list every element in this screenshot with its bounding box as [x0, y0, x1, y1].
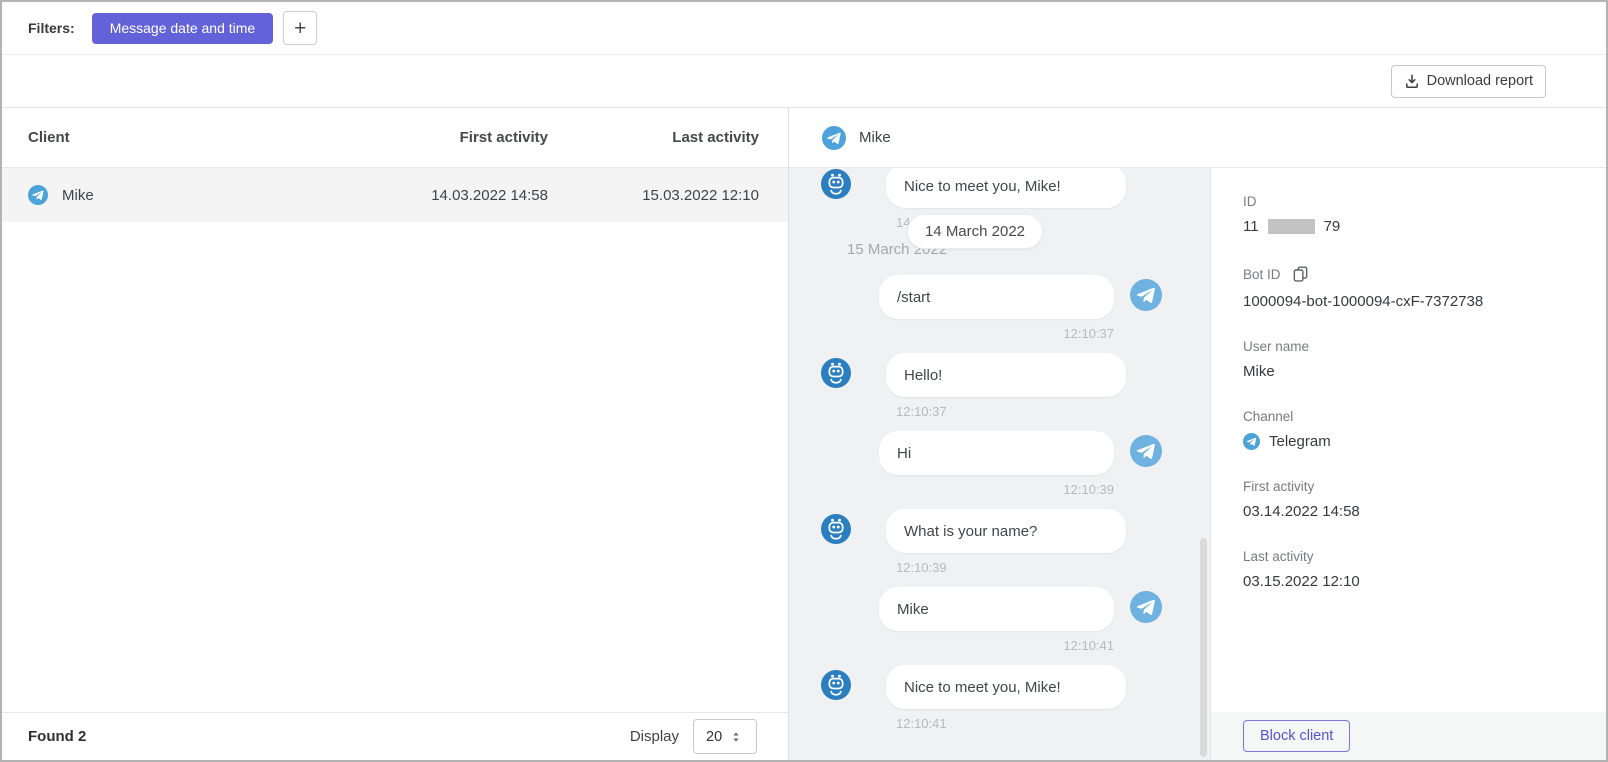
- field-channel-value: Telegram: [1269, 433, 1331, 450]
- date-divider-group: 15 March 2022 14 March 2022: [789, 226, 1210, 275]
- message-bubble: Mike: [879, 587, 1114, 631]
- message-timestamp: 12:10:39: [896, 560, 1210, 575]
- report-toolbar: Download report: [2, 55, 1606, 108]
- telegram-icon: [1130, 435, 1162, 467]
- field-user-name: User name Mike: [1243, 339, 1586, 380]
- message-bubble: Nice to meet you, Mike!: [886, 168, 1126, 208]
- telegram-icon: [1243, 433, 1260, 450]
- telegram-icon: [28, 185, 48, 205]
- field-bot-id-value: 1000094-bot-1000094-cxF-7372738: [1243, 293, 1586, 310]
- field-user-name-label: User name: [1243, 339, 1586, 354]
- field-id: ID 11 79: [1243, 194, 1586, 235]
- bot-avatar-icon: [821, 358, 851, 388]
- client-first-activity: 14.03.2022 14:58: [368, 187, 548, 204]
- message-bubble: /start: [879, 275, 1114, 319]
- field-user-name-value: Mike: [1243, 363, 1586, 380]
- stepper-arrows-icon: [731, 730, 741, 744]
- bot-avatar-icon: [821, 169, 851, 199]
- field-id-value: 11 79: [1243, 218, 1586, 235]
- field-last-activity-label: Last activity: [1243, 549, 1586, 564]
- column-header-last-activity: Last activity: [548, 129, 759, 146]
- chat-header: Mike: [789, 108, 1606, 168]
- chat-scrollbar-thumb[interactable]: [1200, 538, 1207, 757]
- client-row-mike[interactable]: Mike 14.03.2022 14:58 15.03.2022 12:10: [2, 168, 788, 222]
- message-timestamp: 12:10:39: [789, 482, 1210, 497]
- field-last-activity-value: 03.15.2022 12:10: [1243, 573, 1586, 590]
- field-first-activity-label: First activity: [1243, 479, 1586, 494]
- id-value-end: 79: [1324, 218, 1341, 235]
- client-name: Mike: [62, 187, 94, 204]
- chat-message-bot: What is your name? 12:10:39: [789, 509, 1210, 575]
- clients-table-header: Client First activity Last activity: [2, 108, 788, 168]
- chat-message-bot: Nice to meet you, Mike! 12:10:41: [789, 665, 1210, 731]
- display-label: Display: [630, 728, 679, 745]
- page-size-select[interactable]: 20: [693, 719, 757, 754]
- message-bubble: Hi: [879, 431, 1114, 475]
- chat-client-name: Mike: [859, 129, 891, 146]
- download-report-button[interactable]: Download report: [1391, 65, 1546, 98]
- chat-message-client: Mike 12:10:41: [789, 587, 1210, 653]
- message-bubble: Hello!: [886, 353, 1126, 397]
- chat-message-bot: Hello! 12:10:37: [789, 353, 1210, 419]
- block-client-button[interactable]: Block client: [1243, 720, 1350, 752]
- telegram-icon: [1130, 591, 1162, 623]
- client-dialogs-page: Filters: Message date and time + Downloa…: [0, 0, 1608, 762]
- filter-message-date-time-button[interactable]: Message date and time: [92, 13, 274, 44]
- message-timestamp: 12:10:41: [896, 716, 1210, 731]
- telegram-icon: [822, 126, 846, 150]
- telegram-icon: [1130, 279, 1162, 311]
- chat-message-client: Hi 12:10:39: [789, 431, 1210, 497]
- page-size-value: 20: [706, 729, 722, 745]
- clients-table-body: Mike 14.03.2022 14:58 15.03.2022 12:10: [2, 168, 788, 712]
- column-header-first-activity: First activity: [368, 129, 548, 146]
- clients-table-footer: Found 2 Display 20: [2, 712, 788, 760]
- field-bot-id-label: Bot ID: [1243, 267, 1281, 282]
- download-icon: [1404, 73, 1420, 89]
- sticky-date-pill: 14 March 2022: [907, 214, 1043, 249]
- message-timestamp: 12:10:41: [789, 638, 1210, 653]
- found-count: Found 2: [28, 728, 86, 745]
- dialog-region: Mike Nice to meet you, Mike! 14:58:2: [789, 108, 1606, 760]
- message-timestamp: 12:10:37: [789, 326, 1210, 341]
- column-header-client: Client: [28, 129, 368, 146]
- field-last-activity: Last activity 03.15.2022 12:10: [1243, 549, 1586, 590]
- filters-bar: Filters: Message date and time +: [2, 2, 1606, 55]
- field-channel: Channel Telegram: [1243, 409, 1586, 450]
- message-bubble: What is your name?: [886, 509, 1126, 553]
- id-value-start: 11: [1243, 218, 1259, 235]
- add-filter-button[interactable]: +: [283, 11, 317, 45]
- message-timestamp: 12:10:37: [896, 404, 1210, 419]
- field-first-activity: First activity 03.14.2022 14:58: [1243, 479, 1586, 520]
- redacted-block: [1268, 219, 1315, 234]
- clients-panel: Client First activity Last activity Mike…: [2, 108, 789, 760]
- field-first-activity-value: 03.14.2022 14:58: [1243, 503, 1586, 520]
- chat-message-list: Nice to meet you, Mike! 14:58:2 15 March…: [789, 168, 1210, 760]
- client-details-panel: ID 11 79 Bot ID: [1210, 168, 1606, 760]
- bot-avatar-icon: [821, 670, 851, 700]
- client-last-activity: 15.03.2022 12:10: [548, 187, 759, 204]
- details-footer: Block client: [1211, 712, 1606, 760]
- download-report-label: Download report: [1427, 73, 1533, 89]
- field-id-label: ID: [1243, 194, 1586, 209]
- message-bubble: Nice to meet you, Mike!: [886, 665, 1126, 709]
- chat-message-client: /start 12:10:37: [789, 275, 1210, 341]
- field-bot-id: Bot ID 1000094-bot-1000094-cxF-7372738: [1243, 264, 1586, 310]
- bot-avatar-icon: [821, 514, 851, 544]
- main-area: Client First activity Last activity Mike…: [2, 108, 1606, 760]
- filters-label: Filters:: [28, 20, 75, 36]
- field-channel-label: Channel: [1243, 409, 1586, 424]
- copy-icon[interactable]: [1291, 264, 1310, 284]
